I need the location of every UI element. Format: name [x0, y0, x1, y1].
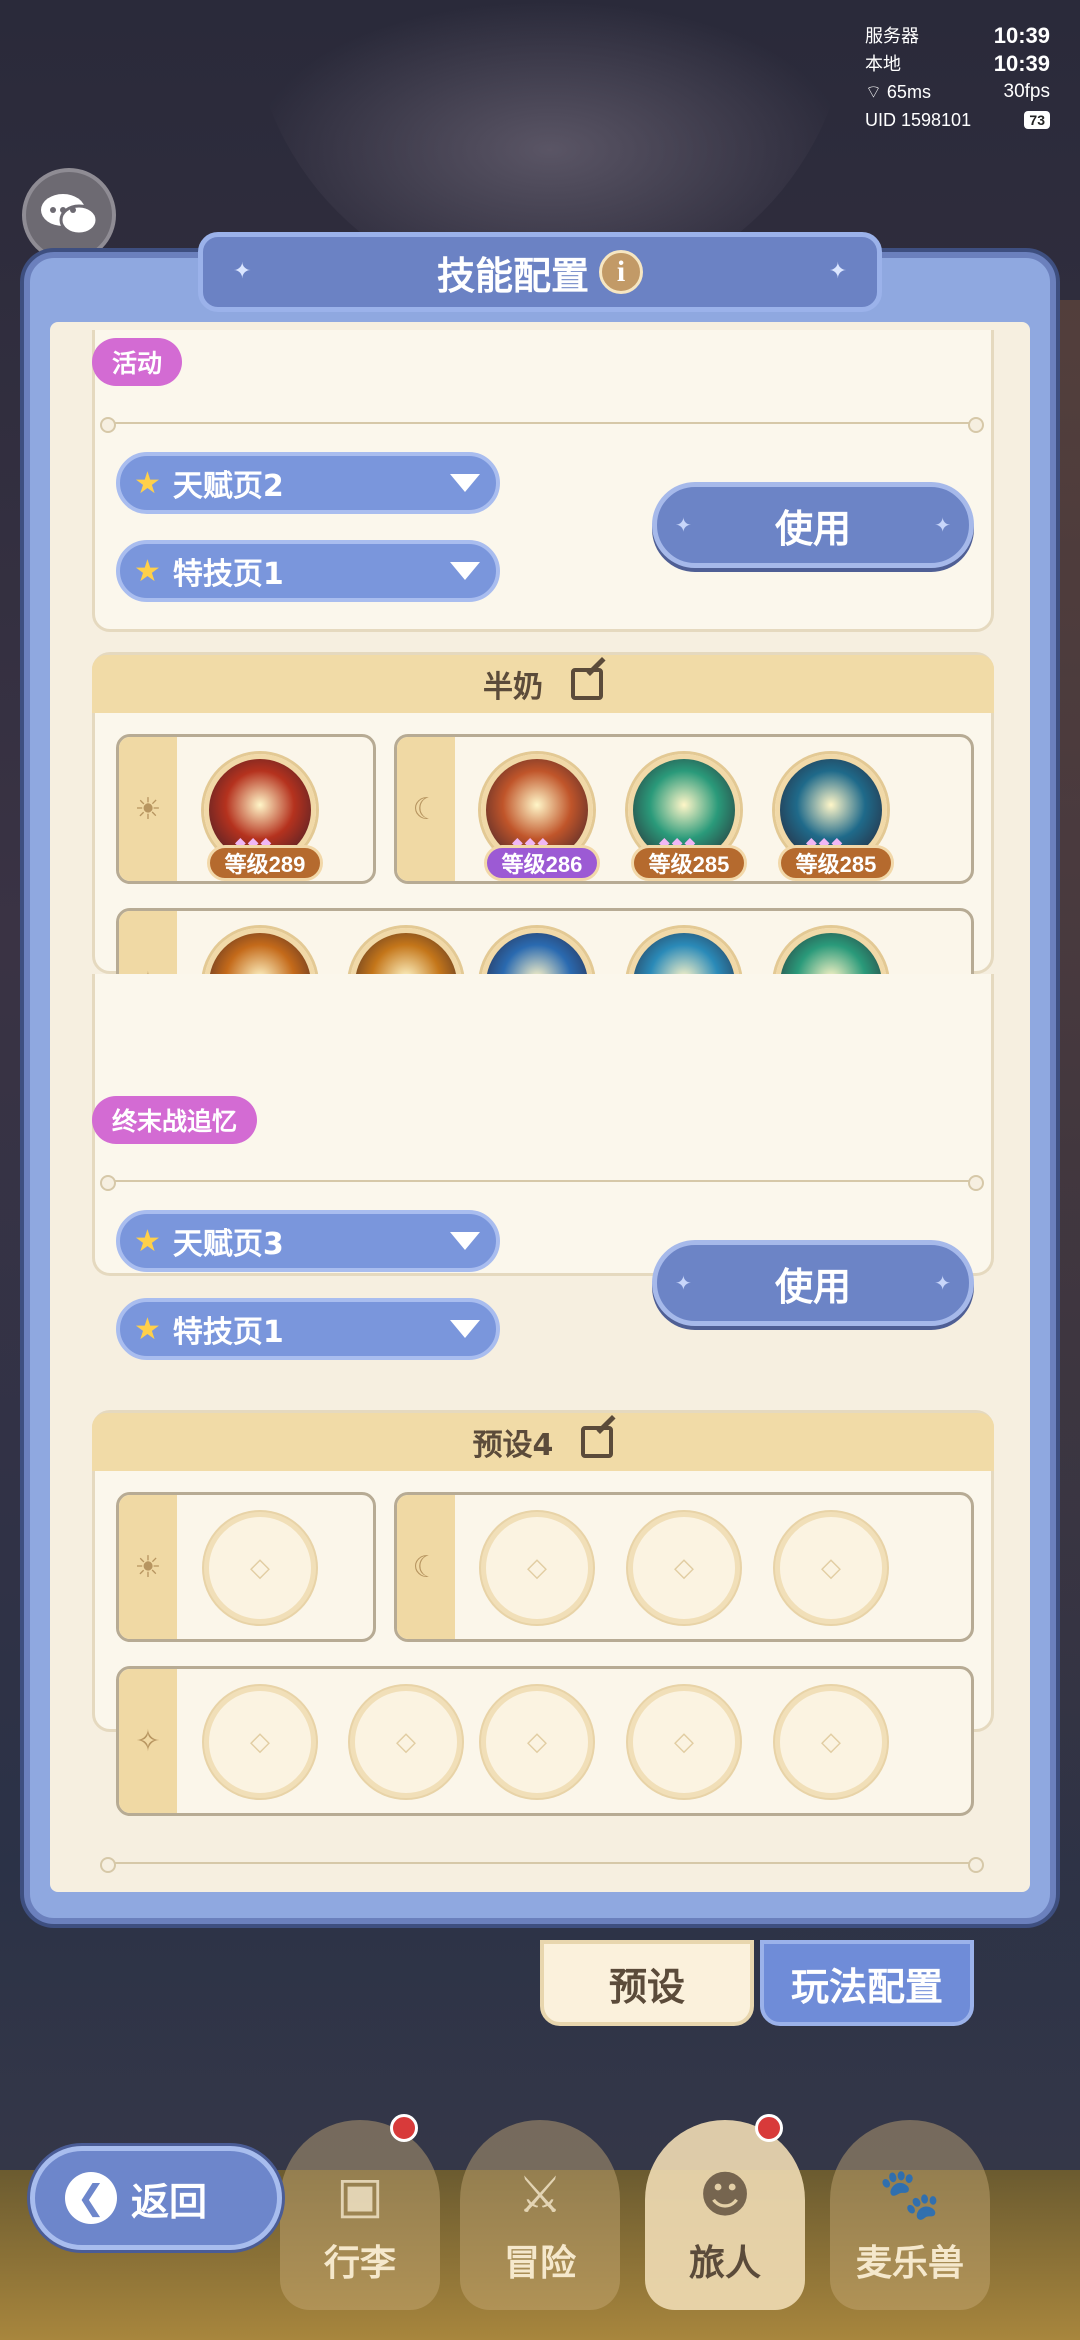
notification-dot	[390, 2114, 418, 2142]
status-panel: 服务器 10:39 本地 10:39 ⌔ 65ms 30fps UID 1598101…	[865, 22, 1050, 134]
chevron-down-icon	[450, 562, 480, 580]
skill-slot[interactable]: ◆◆◆ 等级286	[481, 754, 600, 881]
nav-luggage[interactable]: ▣ 行李	[280, 2114, 440, 2310]
title-deco-left-icon: ✦	[233, 259, 252, 284]
back-arrow-icon: ❮	[65, 2172, 117, 2224]
skill-slot[interactable]: ◆◆◆等级285	[775, 754, 894, 881]
star-icon: ★	[134, 1311, 161, 1347]
swords-icon: ⚔	[517, 2166, 563, 2224]
deco-icon: ✦	[934, 1271, 951, 1295]
scroll-area[interactable]: 活动 ★ 天赋页2 ★ 特技页1 ✦ 使用 ✦ 半奶 ☀ ☾ ✧ ◆◆◆等级28…	[50, 330, 1030, 1890]
empty-skill-slot[interactable]: ◇	[628, 1512, 740, 1624]
use-button[interactable]: ✦ 使用 ✦	[652, 1240, 974, 1326]
backpack-icon: ▣	[336, 2166, 384, 2224]
ping-value: ⌔ 65ms	[865, 82, 931, 102]
edit-icon[interactable]	[581, 1426, 614, 1458]
preset-header: 半奶	[92, 655, 994, 713]
deco-icon: ✦	[675, 1271, 692, 1295]
edit-icon[interactable]	[571, 668, 603, 700]
panel-title-bar: ✦ 技能配置 i ✦	[198, 232, 882, 312]
nav-label: 行李	[323, 2243, 396, 2284]
empty-skill-slot[interactable]: ◇	[481, 1512, 593, 1624]
moon-icon: ☾	[397, 1495, 455, 1639]
nav-label: 旅人	[688, 2243, 761, 2284]
server-label: 服务器	[865, 26, 919, 46]
chat-icon	[41, 194, 99, 236]
use-label: 使用	[774, 506, 851, 551]
title-deco-right-icon: ✦	[828, 259, 847, 284]
pet-icon: 🐾	[878, 2165, 942, 2223]
tab-play-config[interactable]: 玩法配置	[760, 1940, 974, 2026]
group-tag: 活动	[92, 338, 183, 386]
skill-page-label: 特技页1	[172, 557, 284, 592]
preset-name: 预设4	[472, 1428, 554, 1463]
empty-skill-slot[interactable]: ◇	[628, 1686, 740, 1798]
local-label: 本地	[865, 54, 901, 74]
star-icon: ★	[134, 465, 161, 501]
talent-page-dropdown[interactable]: ★ 天赋页2	[116, 452, 500, 514]
talent-page-label: 天赋页2	[172, 469, 284, 504]
skill-level-badge: 等级285	[778, 845, 894, 881]
nav-adventure[interactable]: ⚔ 冒险	[460, 2120, 620, 2310]
divider	[100, 1857, 984, 1873]
uid-text: UID 1598101	[865, 110, 972, 130]
talent-page-label: 天赋页3	[172, 1227, 284, 1262]
deco-icon: ✦	[934, 513, 951, 537]
empty-skill-slot[interactable]: ◇	[350, 1686, 462, 1798]
empty-skill-slot[interactable]: ◇	[775, 1512, 887, 1624]
skill-level-badge: 等级286	[484, 845, 600, 881]
empty-skill-slot[interactable]: ◇	[204, 1686, 316, 1798]
talent-page-dropdown[interactable]: ★ 天赋页3	[116, 1210, 500, 1272]
back-button[interactable]: ❮ 返回	[30, 2146, 282, 2250]
preset-name: 半奶	[483, 670, 543, 705]
sun-icon: ☀	[119, 737, 177, 881]
empty-skill-slot[interactable]: ◇	[481, 1686, 593, 1798]
use-label: 使用	[774, 1264, 851, 1309]
chat-button[interactable]	[22, 168, 116, 262]
panel-title: 技能配置	[436, 253, 589, 298]
battery-icon: 73	[1024, 111, 1050, 129]
notification-dot	[755, 2114, 783, 2142]
skill-page-label: 特技页1	[172, 1315, 284, 1350]
divider	[100, 1175, 984, 1191]
preset-header: 预设4	[92, 1413, 994, 1471]
skill-page-dropdown[interactable]: ★ 特技页1	[116, 540, 500, 602]
empty-skill-slot[interactable]: ◇	[204, 1512, 316, 1624]
star-icon: ★	[134, 553, 161, 589]
use-button[interactable]: ✦ 使用 ✦	[652, 482, 974, 568]
ping-text: 65ms	[886, 82, 931, 102]
skill-level-badge: 等级289	[207, 845, 323, 881]
skill-level-badge: 等级285	[631, 845, 747, 881]
deco-icon: ✦	[675, 513, 692, 537]
moon-icon: ☾	[397, 737, 455, 881]
skill-slot[interactable]: ◆◆◆ 等级289	[204, 754, 323, 881]
nav-traveler[interactable]: ☻ 旅人	[645, 2114, 805, 2310]
chevron-down-icon	[450, 1232, 480, 1250]
local-time: 10:39	[993, 51, 1050, 76]
group-tag: 终末战追忆	[92, 1096, 258, 1144]
sun-icon: ☀	[119, 1495, 177, 1639]
nav-label: 冒险	[503, 2243, 576, 2284]
server-time: 10:39	[993, 23, 1050, 48]
empty-skill-slot[interactable]: ◇	[775, 1686, 887, 1798]
tab-preset[interactable]: 预设	[540, 1940, 754, 2026]
skill-page-dropdown[interactable]: ★ 特技页1	[116, 1298, 500, 1360]
nav-pet[interactable]: 🐾 麦乐兽	[830, 2120, 990, 2310]
star-icon: ★	[134, 1223, 161, 1259]
skill-slot[interactable]: ◆◆◆等级285	[628, 754, 747, 881]
nav-label: 麦乐兽	[855, 2243, 964, 2284]
character-icon: ☻	[698, 2166, 752, 2224]
chevron-down-icon	[450, 474, 480, 492]
chevron-down-icon	[450, 1320, 480, 1338]
divider	[100, 417, 984, 433]
back-label: 返回	[131, 2179, 208, 2224]
info-icon[interactable]: i	[599, 250, 643, 294]
fps-value: 30fps	[1003, 81, 1050, 102]
sparkle-icon: ✧	[119, 1669, 177, 1813]
